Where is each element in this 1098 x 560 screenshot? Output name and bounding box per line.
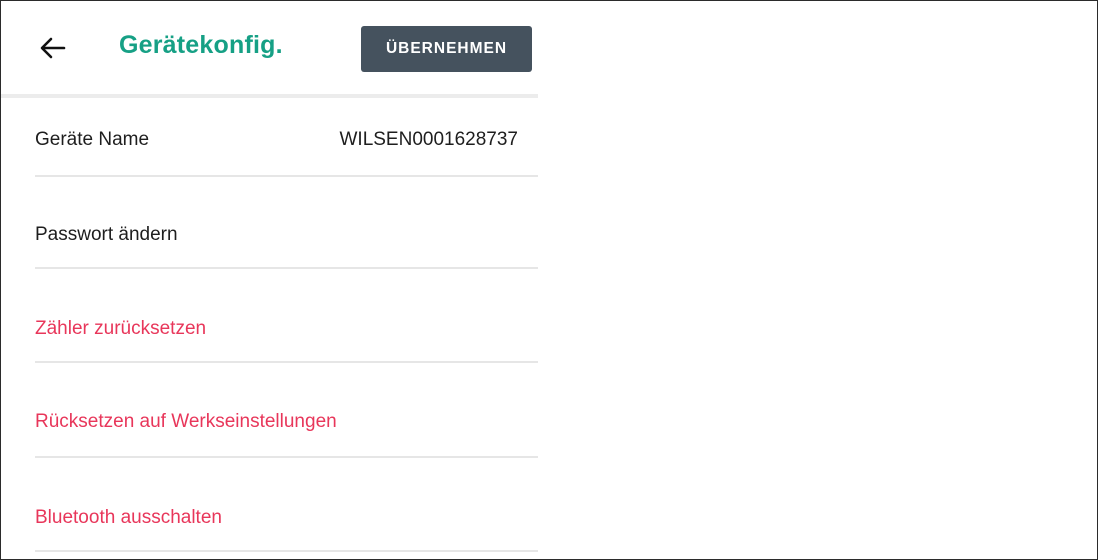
divider xyxy=(35,175,538,177)
device-name-row[interactable]: Geräte Name WILSEN0001628737 xyxy=(35,129,538,155)
screenshot-frame: Gerätekonfig. ÜBERNEHMEN Geräte Name WIL… xyxy=(0,0,1098,560)
bluetooth-off-label: Bluetooth ausschalten xyxy=(35,507,222,528)
factory-reset-label: Rücksetzen auf Werkseinstellungen xyxy=(35,411,337,432)
reset-counter-label: Zähler zurücksetzen xyxy=(35,318,207,339)
divider xyxy=(35,267,538,269)
device-name-value: WILSEN0001628737 xyxy=(339,129,518,150)
factory-reset-item[interactable]: Rücksetzen auf Werkseinstellungen xyxy=(35,411,538,437)
change-password-label: Passwort ändern xyxy=(35,224,178,245)
bluetooth-off-item[interactable]: Bluetooth ausschalten xyxy=(35,507,538,533)
device-config-screen: Gerätekonfig. ÜBERNEHMEN Geräte Name WIL… xyxy=(1,1,538,559)
device-name-label: Geräte Name xyxy=(35,129,150,150)
divider xyxy=(35,550,538,552)
app-bar: Gerätekonfig. ÜBERNEHMEN xyxy=(1,1,538,98)
apply-button[interactable]: ÜBERNEHMEN xyxy=(361,26,532,72)
arrow-left-icon xyxy=(40,37,66,59)
divider xyxy=(35,361,538,363)
back-button[interactable] xyxy=(39,34,67,62)
page-title: Gerätekonfig. xyxy=(119,31,283,59)
change-password-item[interactable]: Passwort ändern xyxy=(35,224,538,250)
divider xyxy=(35,456,538,458)
reset-counter-item[interactable]: Zähler zurücksetzen xyxy=(35,318,538,344)
